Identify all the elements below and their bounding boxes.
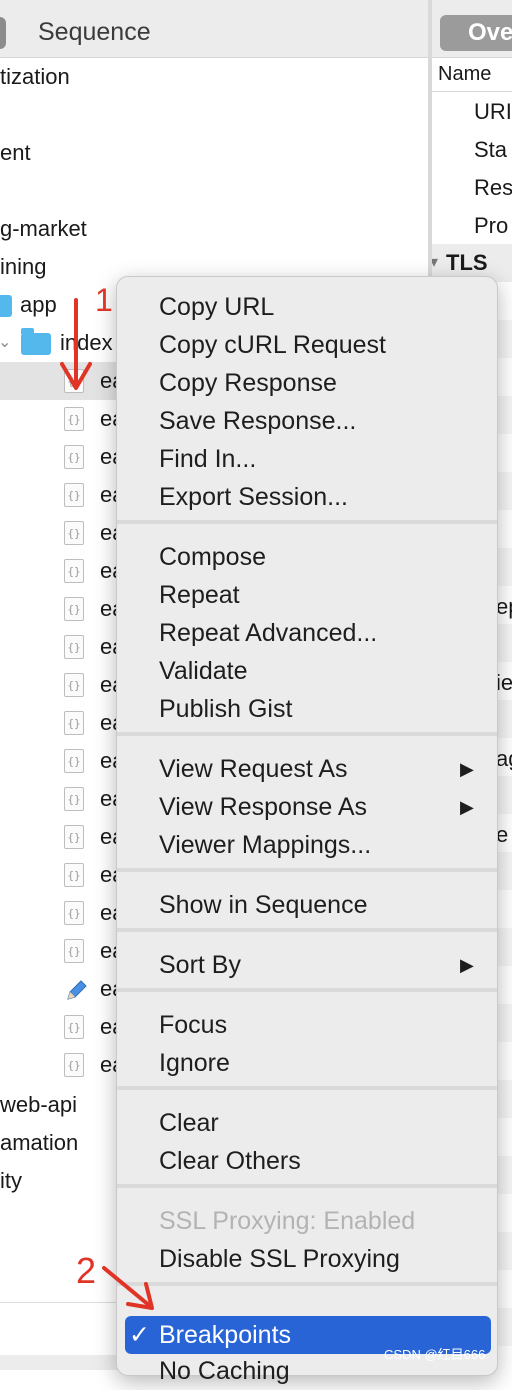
json-file-icon: {} — [64, 787, 84, 811]
menu-item-show-in-sequence[interactable]: Show in Sequence — [159, 886, 367, 924]
overview-row-label: Pro — [474, 213, 509, 238]
menu-item-export-session[interactable]: Export Session... — [159, 478, 348, 516]
context-menu: ✓ Breakpoints No Caching Copy URL Copy cU… — [116, 276, 498, 1385]
menu-separator — [117, 520, 497, 524]
tree-row-label: ity — [0, 1168, 22, 1193]
step-1-label: 1 — [95, 282, 113, 318]
left-header: Sequence — [0, 0, 428, 58]
tree-row-label: app — [20, 292, 57, 317]
structure-tab[interactable] — [0, 17, 6, 49]
tree-row-label: web-api — [0, 1092, 78, 1117]
menu-item-clear-others[interactable]: Clear Others — [159, 1142, 301, 1180]
json-file-icon: {} — [64, 1053, 84, 1077]
name-column-header[interactable]: Name — [432, 57, 512, 92]
menu-separator — [117, 1086, 497, 1090]
json-file-icon: {} — [64, 407, 84, 431]
json-file-icon: {} — [64, 445, 84, 469]
pencil-icon — [64, 977, 90, 1003]
menu-item-compose[interactable]: Compose — [159, 538, 266, 576]
checkmark-icon: ✓ — [129, 1321, 150, 1349]
tree-row[interactable]: ent — [0, 134, 428, 172]
tree-row[interactable]: tization — [0, 58, 428, 96]
json-file-icon: {} — [64, 1015, 84, 1039]
json-file-icon: {} — [64, 483, 84, 507]
menu-item-disable-ssl-proxying[interactable]: Disable SSL Proxying — [159, 1240, 400, 1278]
menu-separator — [117, 1282, 497, 1286]
menu-item-find-in[interactable]: Find In... — [159, 440, 256, 478]
overview-tab[interactable]: Ove — [440, 15, 512, 51]
menu-item-validate[interactable]: Validate — [159, 652, 248, 690]
menu-item-view-request-as[interactable]: View Request As — [159, 750, 348, 788]
json-file-icon: {} — [64, 369, 84, 393]
tree-row[interactable] — [0, 96, 428, 134]
menu-item-repeat-advanced[interactable]: Repeat Advanced... — [159, 614, 377, 652]
json-file-icon: {} — [64, 825, 84, 849]
json-file-icon: {} — [64, 749, 84, 773]
menu-separator — [117, 928, 497, 932]
menu-separator — [117, 868, 497, 872]
watermark: CSDN @红目666 — [384, 1347, 486, 1362]
tree-row-label: g-market — [0, 216, 87, 241]
submenu-arrow-icon: ▶ — [460, 955, 474, 975]
step-2-label: 2 — [76, 1250, 97, 1291]
menu-item-no-caching[interactable]: No Caching — [159, 1352, 290, 1390]
sequence-tab[interactable]: Sequence — [38, 18, 151, 47]
chevron-down-icon[interactable]: ⌄ — [0, 324, 11, 362]
menu-item-viewer-mappings[interactable]: Viewer Mappings... — [159, 826, 371, 864]
tree-row[interactable] — [0, 172, 428, 210]
overview-row-label: Res — [474, 175, 512, 200]
json-file-icon: {} — [64, 673, 84, 697]
overview-row[interactable]: URI — [432, 93, 512, 131]
menu-separator — [117, 1184, 497, 1188]
overview-row-label: URI — [474, 99, 512, 124]
menu-item-copy-curl-request[interactable]: Copy cURL Request — [159, 326, 386, 364]
tree-row[interactable]: g-market — [0, 210, 428, 248]
folder-icon — [0, 295, 12, 317]
menu-item-label: Breakpoints — [159, 1321, 292, 1349]
menu-item-focus[interactable]: Focus — [159, 1006, 227, 1044]
menu-item-repeat[interactable]: Repeat — [159, 576, 240, 614]
menu-item-ssl-proxying-enabled: SSL Proxying: Enabled — [159, 1207, 416, 1235]
menu-item-publish-gist[interactable]: Publish Gist — [159, 690, 292, 728]
submenu-arrow-icon: ▶ — [460, 759, 474, 779]
json-file-icon: {} — [64, 559, 84, 583]
menu-item-view-response-as[interactable]: View Response As — [159, 788, 367, 826]
menu-item-ignore[interactable]: Ignore — [159, 1044, 230, 1082]
json-file-icon: {} — [64, 635, 84, 659]
submenu-arrow-icon: ▶ — [460, 797, 474, 817]
menu-item-sort-by[interactable]: Sort By — [159, 946, 241, 984]
json-file-icon: {} — [64, 901, 84, 925]
overview-row[interactable]: Pro — [432, 207, 512, 245]
overview-row-label: Sta — [474, 137, 508, 162]
json-file-icon: {} — [64, 863, 84, 887]
tree-row-label: ining — [0, 254, 47, 279]
overview-row[interactable]: Sta — [432, 131, 512, 169]
menu-separator — [117, 732, 497, 736]
json-file-icon: {} — [64, 597, 84, 621]
tree-row-label: amation — [0, 1130, 79, 1155]
folder-icon — [21, 328, 51, 355]
json-file-icon: {} — [64, 711, 84, 735]
tree-row-label: tization — [0, 64, 70, 89]
menu-item-save-response[interactable]: Save Response... — [159, 402, 356, 440]
json-file-icon: {} — [64, 939, 84, 963]
tree-row-label: index — [60, 330, 113, 355]
overview-row[interactable]: Res — [432, 169, 512, 207]
menu-item-clear[interactable]: Clear — [159, 1104, 219, 1142]
menu-item-copy-response[interactable]: Copy Response — [159, 364, 337, 402]
json-file-icon: {} — [64, 521, 84, 545]
right-header: Ove — [432, 0, 512, 58]
menu-separator — [117, 988, 497, 992]
menu-item-copy-url[interactable]: Copy URL — [159, 288, 274, 326]
tree-row-label: ent — [0, 140, 31, 165]
